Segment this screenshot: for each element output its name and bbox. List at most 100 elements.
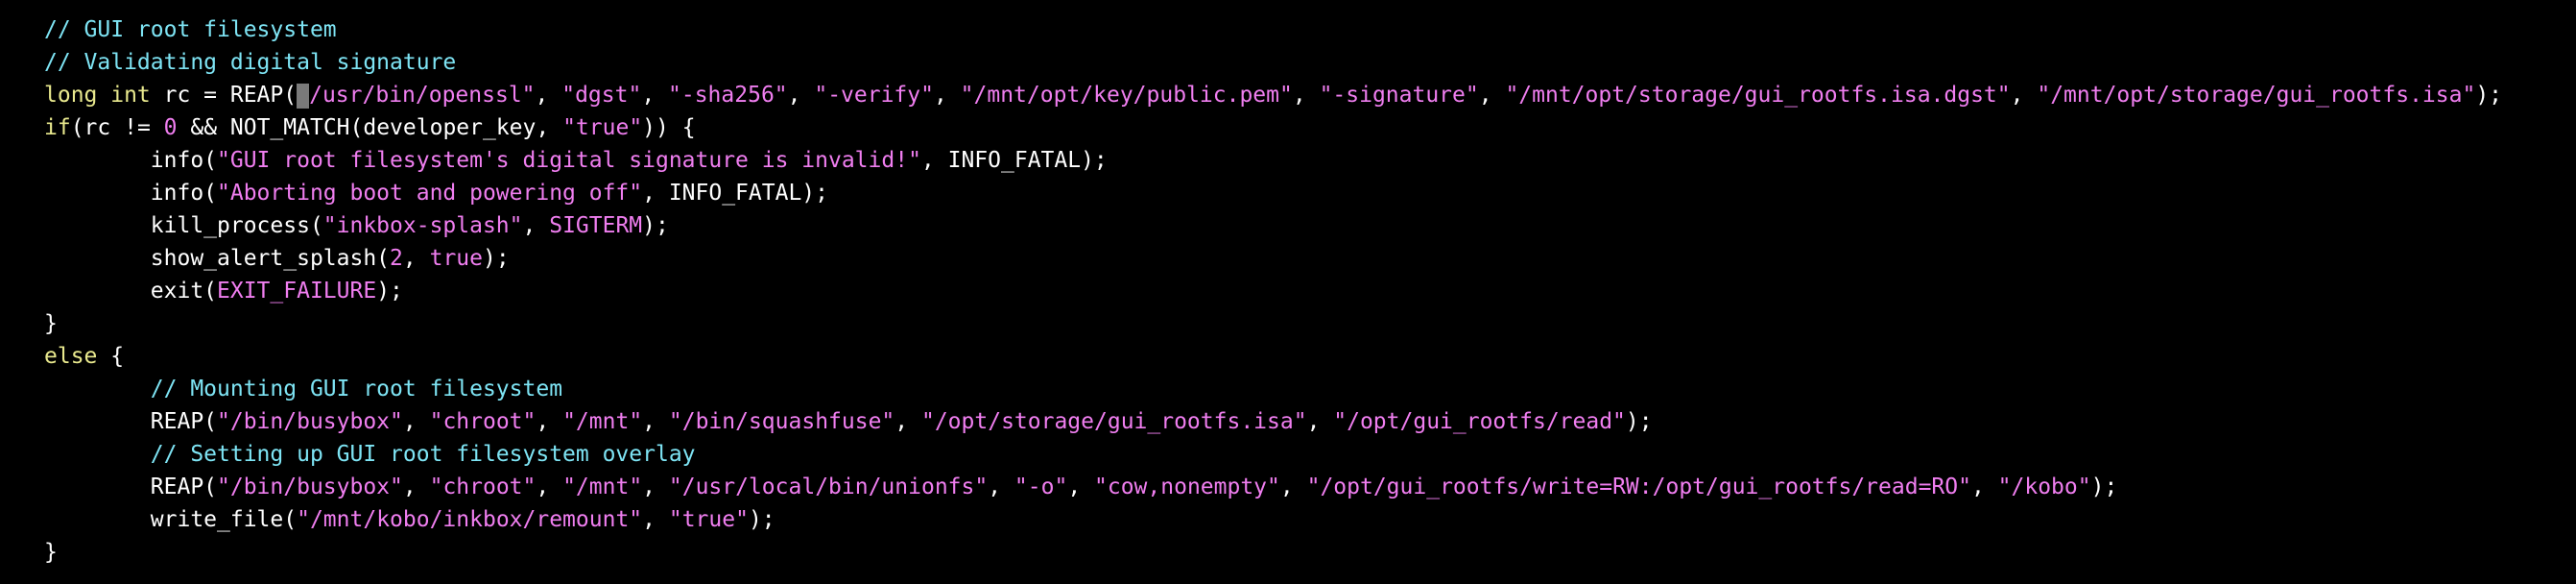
code-text: , — [642, 507, 669, 532]
code-constant: EXIT_FAILURE — [217, 279, 377, 304]
code-text: ); — [2090, 474, 2118, 499]
code-text: { — [97, 344, 125, 369]
code-line[interactable]: info("GUI root filesystem's digital sign… — [44, 144, 2576, 177]
code-text: , — [988, 474, 1014, 499]
code-text: , — [402, 246, 430, 271]
code-text: , — [1478, 83, 1506, 108]
code-text: , — [402, 474, 430, 499]
code-string: "chroot" — [429, 474, 537, 499]
code-text: )) { — [642, 115, 696, 140]
code-string: "/bin/squashfuse" — [668, 409, 895, 434]
code-type-keyword: long int — [44, 83, 151, 108]
code-string: "inkbox-splash" — [322, 213, 523, 238]
code-text: ); — [1625, 409, 1653, 434]
code-text: , — [1292, 83, 1320, 108]
code-line[interactable]: // Mounting GUI root filesystem — [44, 373, 2576, 405]
code-text: write_file( — [44, 507, 298, 532]
code-constant: true — [429, 246, 483, 271]
code-comment: // GUI root filesystem — [44, 17, 337, 42]
code-line[interactable]: REAP("/bin/busybox", "chroot", "/mnt", "… — [44, 471, 2576, 503]
code-line[interactable]: REAP("/bin/busybox", "chroot", "/mnt", "… — [44, 405, 2576, 438]
code-text: && NOT_MATCH(developer_key, — [177, 115, 563, 140]
code-line[interactable]: show_alert_splash(2, true); — [44, 242, 2576, 275]
code-block: // GUI root filesystem // Validating digi… — [44, 13, 2576, 569]
code-text: , — [535, 83, 562, 108]
code-text: ); — [748, 507, 775, 532]
code-line[interactable]: if(rc != 0 && NOT_MATCH(developer_key, "… — [44, 111, 2576, 144]
code-string: "/usr/local/bin/unionfs" — [668, 474, 989, 499]
code-text: ); — [2475, 83, 2503, 108]
code-text: ); — [642, 213, 669, 238]
code-string: "-signature" — [1319, 83, 1479, 108]
code-line[interactable]: } — [44, 536, 2576, 569]
code-string: "/bin/busybox" — [217, 409, 403, 434]
code-comment: // Setting up GUI root filesystem overla… — [150, 442, 696, 467]
code-string: "/bin/busybox" — [217, 474, 403, 499]
code-text: , — [1970, 474, 1998, 499]
code-string: "/mnt" — [562, 474, 643, 499]
code-line[interactable]: // Setting up GUI root filesystem overla… — [44, 438, 2576, 471]
code-text: , — [402, 409, 430, 434]
code-string: "GUI root filesystem's digital signature… — [217, 148, 921, 173]
code-line[interactable]: // GUI root filesystem — [44, 13, 2576, 46]
code-keyword: else — [44, 344, 98, 369]
code-text: } — [44, 540, 58, 565]
code-text: , — [1067, 474, 1095, 499]
code-line[interactable]: else { — [44, 340, 2576, 373]
code-string: "dgst" — [561, 83, 642, 108]
code-line[interactable]: exit(EXIT_FAILURE); — [44, 275, 2576, 307]
code-text: , — [536, 474, 563, 499]
code-line[interactable]: info("Aborting boot and powering off", I… — [44, 177, 2576, 209]
code-text: kill_process( — [44, 213, 323, 238]
code-keyword: if — [44, 115, 71, 140]
code-constant: 0 — [163, 115, 178, 140]
code-line[interactable]: } — [44, 307, 2576, 340]
code-text: , — [1306, 409, 1334, 434]
code-line[interactable]: long int rc = REAP("/usr/bin/openssl", "… — [44, 79, 2576, 112]
code-string: "/mnt/opt/storage/gui_rootfs.isa" — [2037, 83, 2476, 108]
code-string: "cow,nonempty" — [1094, 474, 1280, 499]
code-line[interactable]: kill_process("inkbox-splash", SIGTERM); — [44, 209, 2576, 242]
code-text: } — [44, 311, 58, 336]
code-text: info( — [44, 181, 218, 206]
code-string: "-o" — [1014, 474, 1068, 499]
code-text: , — [894, 409, 921, 434]
code-string: /usr/bin/openssl" — [309, 83, 536, 108]
code-text: , — [522, 213, 550, 238]
code-string: "chroot" — [429, 409, 537, 434]
code-string: "/mnt" — [562, 409, 643, 434]
code-comment: // Mounting GUI root filesystem — [150, 377, 563, 402]
code-text: , — [787, 83, 815, 108]
code-string: "-sha256" — [668, 83, 788, 108]
code-text: , — [642, 474, 669, 499]
code-text: , — [642, 409, 669, 434]
code-line[interactable]: write_file("/mnt/kobo/inkbox/remount", "… — [44, 503, 2576, 536]
code-string: "Aborting boot and powering off" — [217, 181, 643, 206]
code-text: , — [641, 83, 669, 108]
code-comment: // Validating digital signature — [44, 50, 457, 75]
code-string: "/mnt/kobo/inkbox/remount" — [297, 507, 643, 532]
code-string: "true" — [562, 115, 643, 140]
code-editor[interactable]: // GUI root filesystem // Validating digi… — [0, 0, 2576, 584]
code-text: , — [1279, 474, 1307, 499]
code-text: , — [2010, 83, 2038, 108]
code-string: "/opt/gui_rootfs/read" — [1333, 409, 1626, 434]
code-text: ); — [482, 246, 510, 271]
code-string: "-verify" — [814, 83, 934, 108]
code-text: show_alert_splash( — [44, 246, 391, 271]
text-cursor: " — [297, 84, 310, 112]
code-string: "/mnt/opt/key/public.pem" — [960, 83, 1293, 108]
code-string: "/kobo" — [1997, 474, 2091, 499]
code-string: "/opt/gui_rootfs/write=RW:/opt/gui_rootf… — [1306, 474, 1971, 499]
code-constant: SIGTERM — [549, 213, 643, 238]
code-text: REAP( — [44, 474, 218, 499]
code-text: rc = REAP( — [150, 83, 298, 108]
code-string: "true" — [668, 507, 749, 532]
code-text: , — [933, 83, 961, 108]
code-line[interactable]: // Validating digital signature — [44, 46, 2576, 79]
code-text: (rc != — [70, 115, 164, 140]
code-string: "/mnt/opt/storage/gui_rootfs.isa.dgst" — [1505, 83, 2011, 108]
code-text: REAP( — [44, 409, 218, 434]
